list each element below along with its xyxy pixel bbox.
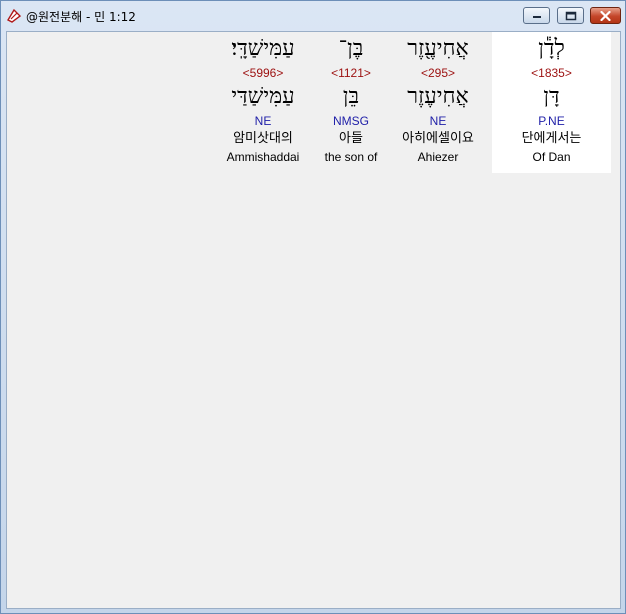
word-card[interactable]: עַמִּישַׁדָּֽי׃ <5996> עַמִּישַׁדַּי NE … <box>216 32 310 173</box>
hebrew-lemma: עַמִּישַׁדַּי <box>231 84 295 109</box>
title-bar[interactable]: @원전분해 - 민 1:12 <box>1 1 625 31</box>
minimize-icon <box>532 15 541 18</box>
strong-number[interactable]: <1835> <box>492 66 611 80</box>
hebrew-word: עַמִּישַׁדָּֽי׃ <box>231 36 295 61</box>
maximize-button[interactable] <box>557 7 584 24</box>
korean-gloss: 아히에셀이요 <box>402 131 474 146</box>
morphology-code: NE <box>429 114 447 128</box>
korean-gloss: 암미삿대의 <box>233 131 293 146</box>
morphology-code: P.NE <box>538 114 565 128</box>
close-button[interactable] <box>590 7 621 24</box>
app-window: @원전분해 - 민 1:12 לְדָ֕ן <1835> דָּן P.NE 단… <box>0 0 626 614</box>
strong-number[interactable]: <1121> <box>313 66 389 80</box>
strong-number[interactable]: <5996> <box>216 66 310 80</box>
morphology-code: NE <box>254 114 272 128</box>
hebrew-word: לְדָ֕ן <box>538 36 565 61</box>
hebrew-word: אֲחִיעֶ֖זֶר <box>407 36 469 61</box>
english-gloss: Of Dan <box>532 150 571 164</box>
hebrew-lemma: בֵּן <box>342 84 360 109</box>
korean-gloss: 단에게서는 <box>521 131 582 146</box>
english-gloss: the son of <box>324 150 378 164</box>
close-icon <box>600 10 611 21</box>
window-title: @원전분해 - 민 1:12 <box>26 10 136 24</box>
word-card[interactable]: בֶּן־ <1121> בֵּן NMSG 아들 the son of <box>313 32 389 173</box>
hebrew-lemma: דָּן <box>543 84 560 109</box>
hebrew-lemma: אֲחִיעֶזֶר <box>407 84 469 109</box>
english-gloss: Ahiezer <box>417 150 459 164</box>
strong-number[interactable]: <295> <box>388 66 488 80</box>
app-logo-icon <box>6 8 22 24</box>
minimize-button[interactable] <box>523 7 550 24</box>
analysis-pane: לְדָ֕ן <1835> דָּן P.NE 단에게서는 Of Dan אֲח… <box>6 31 621 609</box>
word-card[interactable]: לְדָ֕ן <1835> דָּן P.NE 단에게서는 Of Dan <box>492 32 611 173</box>
hebrew-word: בֶּן־ <box>338 36 364 61</box>
korean-gloss: 아들 <box>339 131 363 146</box>
morphology-code: NMSG <box>333 114 369 128</box>
english-gloss: Ammishaddai <box>226 150 300 164</box>
word-card[interactable]: אֲחִיעֶ֖זֶר <295> אֲחִיעֶזֶר NE 아히에셀이요 A… <box>388 32 488 173</box>
maximize-icon <box>565 11 576 20</box>
